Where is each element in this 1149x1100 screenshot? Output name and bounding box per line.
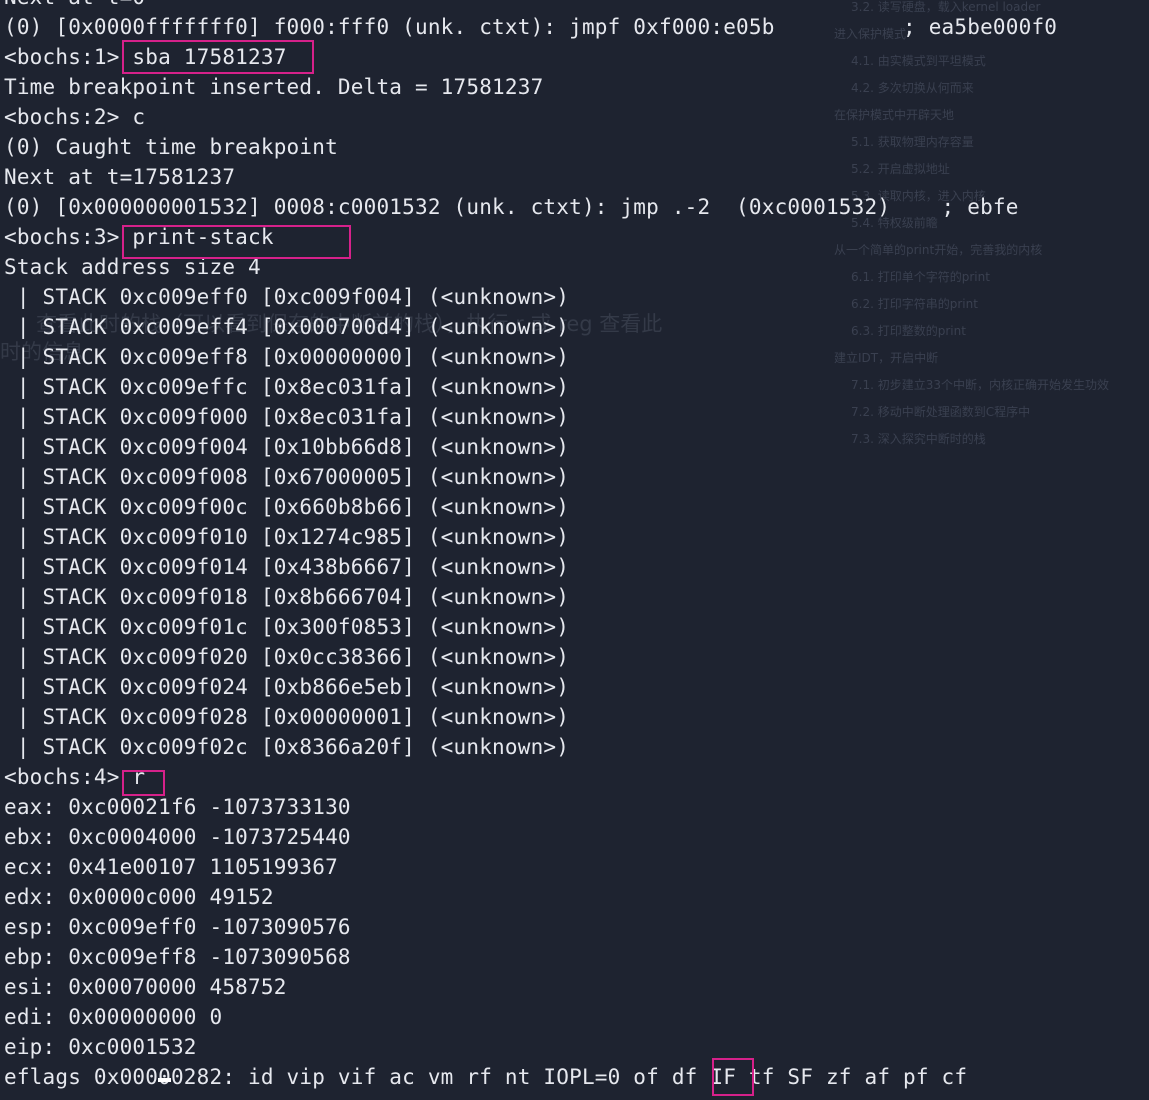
- terminal-line-command-c: <bochs:2> c: [4, 105, 146, 129]
- terminal-cursor: [158, 1078, 171, 1082]
- stack-entry: | STACK 0xc009f01c [0x300f0853] (<unknow…: [4, 615, 570, 639]
- register-eax: eax: 0xc00021f6 -1073733130: [4, 795, 351, 819]
- terminal-line-breakpoint-inserted: Time breakpoint inserted. Delta = 175812…: [4, 75, 544, 99]
- overlay-outline-6: 5.1. 获取物理内存容量: [851, 135, 974, 149]
- overlay-outline-10: 从一个简单的print开始，完善我的内核: [834, 243, 1043, 257]
- terminal-line-caught-breakpoint: (0) Caught time breakpoint: [4, 135, 338, 159]
- terminal-line-command-sba: <bochs:1> sba 17581237: [4, 45, 287, 69]
- stack-entry: | STACK 0xc009eff8 [0x00000000] (<unknow…: [4, 345, 570, 369]
- overlay-outline-16: 7.2. 移动中断处理函数到C程序中: [851, 405, 1031, 419]
- terminal-line-command-print-stack: <bochs:3> print-stack: [4, 225, 274, 249]
- stack-entry: | STACK 0xc009f010 [0x1274c985] (<unknow…: [4, 525, 570, 549]
- overlay-outline-15: 7.1. 初步建立33个中断，内核正确开始发生功效: [851, 378, 1109, 392]
- stack-entry: | STACK 0xc009eff4 [0x000700d4] (<unknow…: [4, 315, 570, 339]
- stack-entry: | STACK 0xc009f014 [0x438b6667] (<unknow…: [4, 555, 570, 579]
- overlay-outline-5: 在保护模式中开辟天地: [834, 108, 955, 122]
- register-eip: eip: 0xc0001532: [4, 1035, 197, 1059]
- terminal-line-jmpf: (0) [0x0000fffffff0] f000:fff0 (unk. ctx…: [4, 15, 1058, 39]
- overlay-outline-3: 4.1. 由实模式到平坦模式: [851, 54, 986, 68]
- terminal-line-jmp: (0) [0x000000001532] 0008:c0001532 (unk.…: [4, 195, 1019, 219]
- overlay-outline-12: 6.2. 打印字符串的print: [851, 297, 978, 311]
- stack-entry: | STACK 0xc009f024 [0xb866e5eb] (<unknow…: [4, 675, 570, 699]
- overlay-outline-4: 4.2. 多次切换从何而来: [851, 81, 974, 95]
- register-esi: esi: 0x00070000 458752: [4, 975, 287, 999]
- register-ebp: ebp: 0xc009eff8 -1073090568: [4, 945, 351, 969]
- terminal-line-next-at-t0: Next at t=0: [4, 0, 145, 12]
- stack-entry: | STACK 0xc009f020 [0x0cc38366] (<unknow…: [4, 645, 570, 669]
- overlay-outline-17: 7.3. 深入探究中断时的栈: [851, 432, 986, 446]
- overlay-outline-14: 建立IDT，开启中断: [834, 351, 939, 365]
- stack-entry: | STACK 0xc009f018 [0x8b666704] (<unknow…: [4, 585, 570, 609]
- stack-entry: | STACK 0xc009f004 [0x10bb66d8] (<unknow…: [4, 435, 570, 459]
- register-edi: edi: 0x00000000 0: [4, 1005, 223, 1029]
- overlay-outline-13: 6.3. 打印整数的print: [851, 324, 966, 338]
- terminal-line-command-r: <bochs:4> r: [4, 765, 146, 789]
- stack-entry: | STACK 0xc009f02c [0x8366a20f] (<unknow…: [4, 735, 570, 759]
- stack-entry: | STACK 0xc009f000 [0x8ec031fa] (<unknow…: [4, 405, 570, 429]
- overlay-outline-11: 6.1. 打印单个字符的print: [851, 270, 990, 284]
- stack-entry: | STACK 0xc009effc [0x8ec031fa] (<unknow…: [4, 375, 570, 399]
- register-ecx: ecx: 0x41e00107 1105199367: [4, 855, 338, 879]
- stack-entry: | STACK 0xc009eff0 [0xc009f004] (<unknow…: [4, 285, 570, 309]
- register-edx: edx: 0x0000c000 49152: [4, 885, 274, 909]
- stack-entry: | STACK 0xc009f008 [0x67000005] (<unknow…: [4, 465, 570, 489]
- stack-entry: | STACK 0xc009f00c [0x660b8b66] (<unknow…: [4, 495, 570, 519]
- stack-entry: | STACK 0xc009f028 [0x00000001] (<unknow…: [4, 705, 570, 729]
- register-ebx: ebx: 0xc0004000 -1073725440: [4, 825, 351, 849]
- terminal-window[interactable]: 3.2. 读写硬盘，载入kernel loader 进入保护模式 4.1. 由实…: [0, 0, 1149, 1100]
- overlay-outline-7: 5.2. 开启虚拟地址: [851, 162, 950, 176]
- register-esp: esp: 0xc009eff0 -1073090576: [4, 915, 351, 939]
- register-eflags: eflags 0x00000282: id vip vif ac vm rf n…: [4, 1065, 968, 1089]
- terminal-line-stack-size: Stack address size 4: [4, 255, 261, 279]
- terminal-line-next-at: Next at t=17581237: [4, 165, 236, 189]
